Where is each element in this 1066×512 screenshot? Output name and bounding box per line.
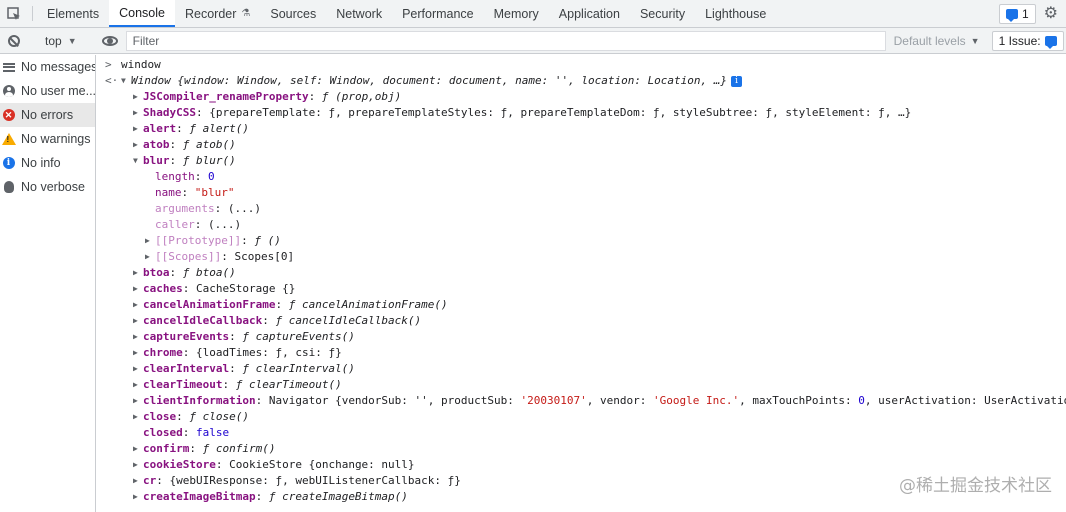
tab-lighthouse[interactable]: Lighthouse [695, 0, 776, 27]
collapsed-triangle-icon[interactable]: ▶ [133, 377, 143, 393]
tree-item[interactable]: ▶ ShadyCSS: {prepareTemplate: ƒ, prepareT… [97, 105, 1066, 121]
collapsed-triangle-icon[interactable]: ▶ [133, 361, 143, 377]
tree-item[interactable]: ▶ chrome: {loadTimes: ƒ, csi: ƒ} [97, 345, 1066, 361]
live-expression-eye-icon[interactable] [101, 35, 118, 46]
gear-icon[interactable]: ⚙ [1044, 5, 1058, 22]
tree-item[interactable]: ▶ confirm: ƒ confirm() [97, 441, 1066, 457]
context-selector[interactable]: top ▼ [37, 34, 85, 48]
sidebar-item-errors[interactable]: ✕ No errors [0, 103, 95, 127]
tree-item[interactable]: caller: (...) [97, 217, 1066, 233]
tree-item[interactable]: ▶ captureEvents: ƒ captureEvents() [97, 329, 1066, 345]
warning-icon: ! [1, 133, 16, 146]
tab-sources[interactable]: Sources [260, 0, 326, 27]
clear-console-icon[interactable] [8, 34, 20, 47]
user-icon [2, 85, 15, 98]
collapsed-triangle-icon[interactable]: ▶ [133, 489, 143, 505]
message-icon [1005, 8, 1018, 22]
tree-item[interactable]: ▶ JSCompiler_renameProperty: ƒ (prop,obj) [97, 89, 1066, 105]
tab-application[interactable]: Application [549, 0, 630, 27]
tree-item[interactable]: ▼ blur: ƒ blur() [97, 153, 1066, 169]
console-sidebar: No messages No user me... ✕ No errors ! … [0, 55, 96, 512]
tab-memory[interactable]: Memory [484, 0, 549, 27]
expanded-triangle-icon[interactable]: ▼ [121, 73, 131, 89]
console-result-line[interactable]: <· ▼ Window {window: Window, self: Window… [97, 73, 1066, 89]
error-icon: ✕ [2, 109, 15, 122]
tree-item[interactable]: ▶ caches: CacheStorage {} [97, 281, 1066, 297]
collapsed-triangle-icon[interactable]: ▶ [133, 137, 143, 153]
collapsed-triangle-icon[interactable]: ▶ [133, 473, 143, 489]
collapsed-triangle-icon[interactable]: ▶ [133, 441, 143, 457]
collapsed-triangle-icon[interactable]: ▶ [133, 345, 143, 361]
devtools-tab-bar: Elements Console Recorder ⚗ Sources Netwo… [0, 0, 1066, 28]
sidebar-item-messages[interactable]: No messages [0, 55, 95, 79]
prompt-chevron-icon: > [105, 58, 112, 71]
tree-item: closed: false [143, 426, 230, 439]
collapsed-triangle-icon[interactable]: ▶ [133, 89, 143, 105]
collapsed-triangle-icon[interactable]: ▶ [133, 457, 143, 473]
tree-item[interactable]: ▶ [[Prototype]]: ƒ () [97, 233, 1066, 249]
tree-item[interactable]: ▶ close: ƒ close() [97, 409, 1066, 425]
console-input-line: > window [105, 58, 161, 71]
tree-item[interactable]: ▶ atob: ƒ atob() [97, 137, 1066, 153]
tree-item[interactable]: ▶ cancelIdleCallback: ƒ cancelIdleCallbac… [97, 313, 1066, 329]
tree-item[interactable]: ▶ clearInterval: ƒ clearInterval() [97, 361, 1066, 377]
tab-console[interactable]: Console [109, 0, 175, 27]
tree-item[interactable]: ▶ cancelAnimationFrame: ƒ cancelAnimation… [97, 297, 1066, 313]
tree-item[interactable]: ▶ btoa: ƒ btoa() [97, 265, 1066, 281]
filter-input[interactable] [125, 30, 886, 51]
tab-elements[interactable]: Elements [37, 0, 109, 27]
tab-security[interactable]: Security [630, 0, 695, 27]
sidebar-item-warnings[interactable]: ! No warnings [0, 127, 95, 151]
collapsed-triangle-icon[interactable]: ▶ [133, 265, 143, 281]
tab-recorder[interactable]: Recorder ⚗ [175, 0, 260, 27]
tree-item: length: 0 [155, 170, 215, 183]
log-levels-dropdown[interactable]: Default levels ▼ [894, 34, 980, 48]
console-toolbar: top ▼ Default levels ▼ 1 Issue: [0, 28, 1066, 54]
issues-counter-button[interactable]: 1 [998, 3, 1036, 24]
chevron-down-icon: ▼ [67, 35, 77, 46]
collapsed-triangle-icon[interactable]: ▶ [145, 233, 155, 249]
sidebar-item-user-messages[interactable]: No user me... [0, 79, 95, 103]
tree-item[interactable]: ▶ clientInformation: Navigator {vendorSub… [97, 393, 1066, 409]
sidebar-item-info[interactable]: i No info [0, 151, 95, 175]
message-icon [1044, 35, 1057, 49]
tree-item[interactable]: ▶ alert: ƒ alert() [97, 121, 1066, 137]
list-icon [2, 61, 15, 74]
tree-item[interactable]: ▶ [[Scopes]]: Scopes[0] [97, 249, 1066, 265]
watermark: @稀土掘金技术社区 [899, 476, 1052, 496]
sidebar-item-verbose[interactable]: No verbose [0, 175, 95, 199]
bug-icon [2, 181, 15, 194]
collapsed-triangle-icon[interactable]: ▶ [133, 297, 143, 313]
inspect-element-icon[interactable] [0, 0, 28, 27]
tree-item[interactable]: arguments: (...) [97, 201, 1066, 217]
console-output: > window <· ▼ Window {window: Window, sel… [97, 55, 1066, 512]
info-icon: i [2, 157, 15, 170]
tab-performance[interactable]: Performance [392, 0, 484, 27]
collapsed-triangle-icon[interactable]: ▶ [133, 281, 143, 297]
collapsed-triangle-icon[interactable]: ▶ [133, 393, 143, 409]
info-icon[interactable]: i [731, 75, 743, 87]
collapsed-triangle-icon[interactable]: ▶ [133, 121, 143, 137]
result-arrow-icon: <· [105, 74, 119, 87]
expanded-triangle-icon[interactable]: ▼ [133, 153, 143, 169]
tree-item: name: "blur" [155, 186, 235, 199]
collapsed-triangle-icon[interactable]: ▶ [133, 105, 143, 121]
collapsed-triangle-icon[interactable]: ▶ [133, 409, 143, 425]
flask-icon: ⚗ [241, 8, 251, 19]
divider [32, 6, 33, 21]
collapsed-triangle-icon[interactable]: ▶ [133, 329, 143, 345]
tree-item[interactable]: ▶ clearTimeout: ƒ clearTimeout() [97, 377, 1066, 393]
issues-button[interactable]: 1 Issue: [991, 30, 1064, 51]
collapsed-triangle-icon[interactable]: ▶ [145, 249, 155, 265]
tab-network[interactable]: Network [326, 0, 392, 27]
chevron-down-icon: ▼ [970, 35, 980, 46]
collapsed-triangle-icon[interactable]: ▶ [133, 313, 143, 329]
